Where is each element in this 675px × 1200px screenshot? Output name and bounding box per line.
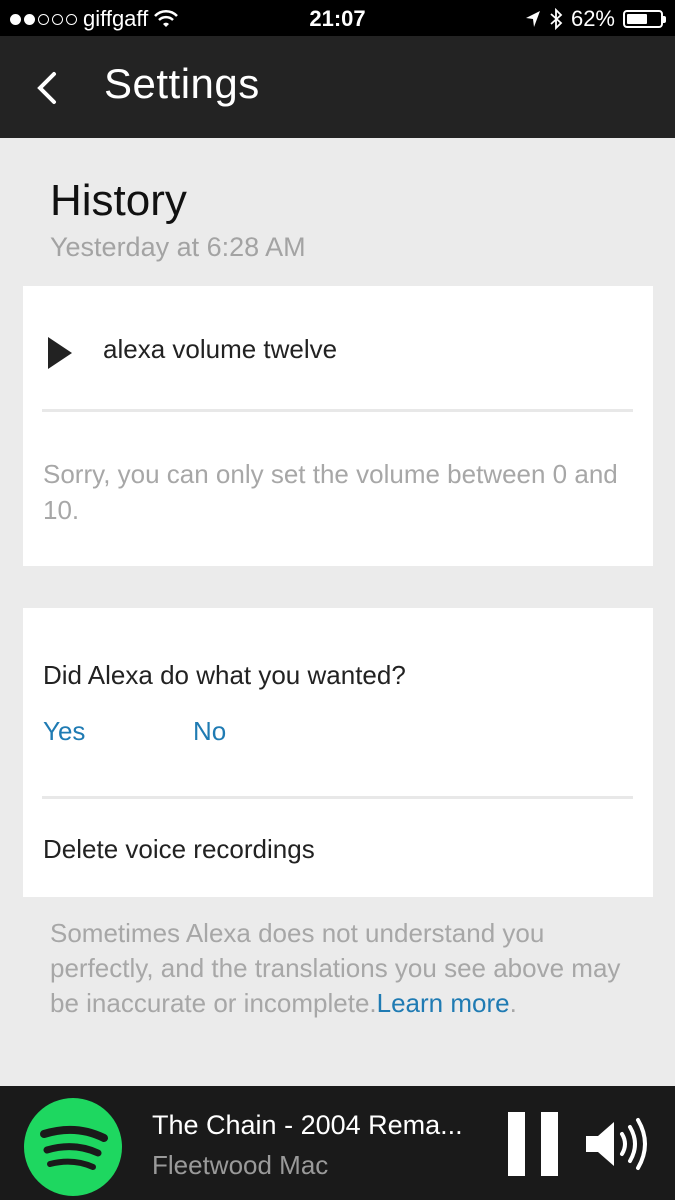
- disclaimer-body: Sometimes Alexa does not understand you …: [50, 918, 621, 1018]
- no-button[interactable]: No: [193, 716, 226, 747]
- delete-voice-recordings-button[interactable]: Delete voice recordings: [43, 834, 315, 865]
- track-artist: Fleetwood Mac: [152, 1150, 329, 1180]
- volume-icon[interactable]: [584, 1116, 654, 1172]
- location-arrow-icon: [525, 11, 540, 27]
- status-bar: giffgaff 21:07 62%: [0, 0, 675, 36]
- play-icon[interactable]: [47, 336, 73, 370]
- disclaimer-text: Sometimes Alexa does not understand you …: [50, 916, 640, 1021]
- card-divider: [42, 409, 633, 412]
- feedback-card: Did Alexa do what you wanted? Yes No Del…: [23, 608, 653, 897]
- battery-percent: 62%: [570, 6, 615, 31]
- spotify-icon: [24, 1098, 122, 1196]
- history-entry-card: alexa volume twelve Sorry, you can only …: [23, 286, 653, 566]
- app-header: Settings: [0, 36, 675, 138]
- chevron-left-icon[interactable]: [30, 66, 70, 110]
- alexa-response: Sorry, you can only set the volume betwe…: [43, 459, 618, 525]
- battery-icon: [623, 10, 666, 28]
- yes-button[interactable]: Yes: [43, 716, 85, 747]
- history-title: History: [50, 176, 187, 225]
- disclaimer-suffix: .: [509, 988, 517, 1018]
- status-right: 62%: [525, 6, 666, 32]
- bluetooth-icon: [550, 8, 563, 30]
- feedback-question: Did Alexa do what you wanted?: [43, 660, 406, 690]
- pause-icon[interactable]: [508, 1112, 558, 1176]
- utterance-text: alexa volume twelve: [103, 334, 338, 364]
- learn-more-link[interactable]: Learn more: [377, 988, 510, 1018]
- now-playing-bar[interactable]: The Chain - 2004 Rema... Fleetwood Mac: [0, 1086, 675, 1200]
- history-timestamp: Yesterday at 6:28 AM: [50, 232, 306, 262]
- track-title: The Chain - 2004 Rema...: [152, 1110, 463, 1140]
- card-divider: [42, 796, 633, 799]
- page-title: Settings: [104, 60, 260, 107]
